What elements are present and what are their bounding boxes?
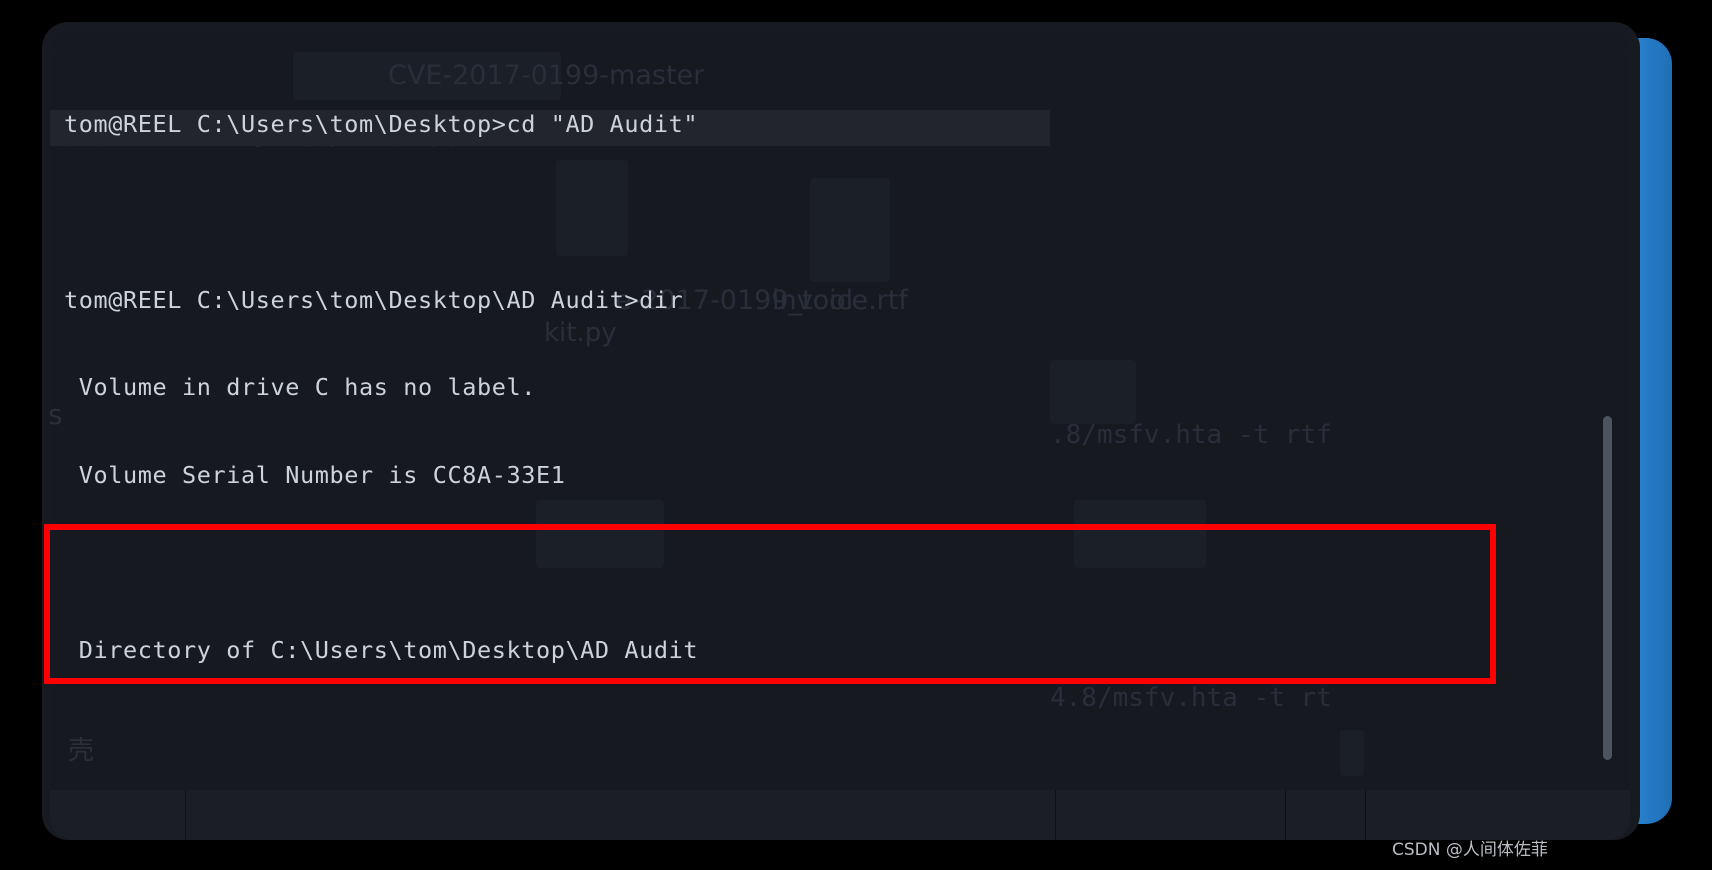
chrome-divider xyxy=(185,790,186,840)
terminal-line: tom@REEL C:\Users\tom\Desktop>cd "AD Aud… xyxy=(64,110,699,139)
screenshot-root: CVE-2017-0199-master e-2017-0199_tool ki… xyxy=(0,0,1712,870)
chrome-divider xyxy=(1285,790,1286,840)
terminal-line: Directory of C:\Users\tom\Desktop\AD Aud… xyxy=(64,635,699,664)
window-lower-chrome xyxy=(50,790,1630,840)
terminal-surface[interactable]: CVE-2017-0199-master e-2017-0199_tool ki… xyxy=(50,30,1630,790)
ghost-text-left-ents: ents xyxy=(50,398,63,431)
terminal-line-command-dir: tom@REEL C:\Users\tom\Desktop\AD Audit>d… xyxy=(64,285,684,314)
terminal-output[interactable]: tom@REEL C:\Users\tom\Desktop>cd "AD Aud… xyxy=(64,52,1624,790)
chrome-divider xyxy=(1365,790,1366,840)
terminal-line: Volume in drive C has no label. xyxy=(64,373,536,402)
terminal-line: Volume Serial Number is CC8A-33E1 xyxy=(64,460,566,489)
watermark-label: CSDN @人间体佐菲 xyxy=(1392,840,1548,860)
vertical-scrollbar-thumb[interactable] xyxy=(1603,416,1612,760)
chrome-divider xyxy=(1055,790,1056,840)
